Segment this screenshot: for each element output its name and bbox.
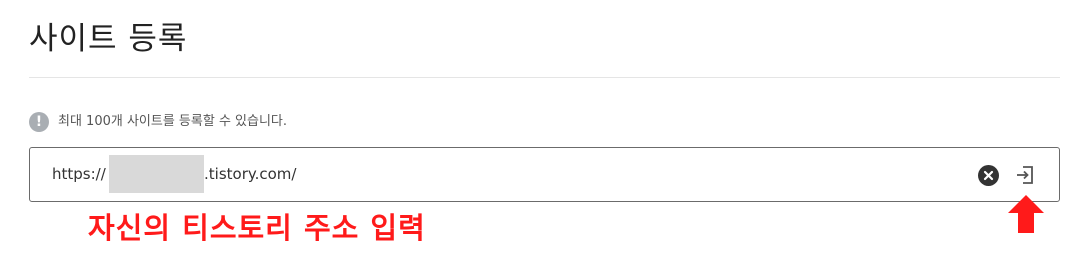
notice-text: 최대 100개 사이트를 등록할 수 있습니다. — [58, 114, 288, 129]
site-url-input[interactable]: https:// .tistory.com/ — [29, 147, 1060, 202]
title-divider — [29, 77, 1060, 78]
redacted-blog-name — [109, 155, 204, 193]
page-title: 사이트 등록 — [29, 21, 188, 57]
register-site-button[interactable] — [1014, 164, 1036, 186]
notice: ! 최대 100개 사이트를 등록할 수 있습니다. — [29, 112, 287, 132]
url-suffix: .tistory.com/ — [204, 165, 297, 183]
annotation-label: 자신의 티스토리 주소 입력 — [88, 211, 426, 245]
url-prefix: https:// — [52, 165, 106, 183]
enter-icon — [1017, 166, 1033, 184]
red-up-arrow-icon — [1008, 195, 1044, 233]
close-circle-icon — [983, 170, 994, 181]
info-icon: ! — [29, 112, 49, 132]
clear-input-button[interactable] — [978, 165, 999, 186]
